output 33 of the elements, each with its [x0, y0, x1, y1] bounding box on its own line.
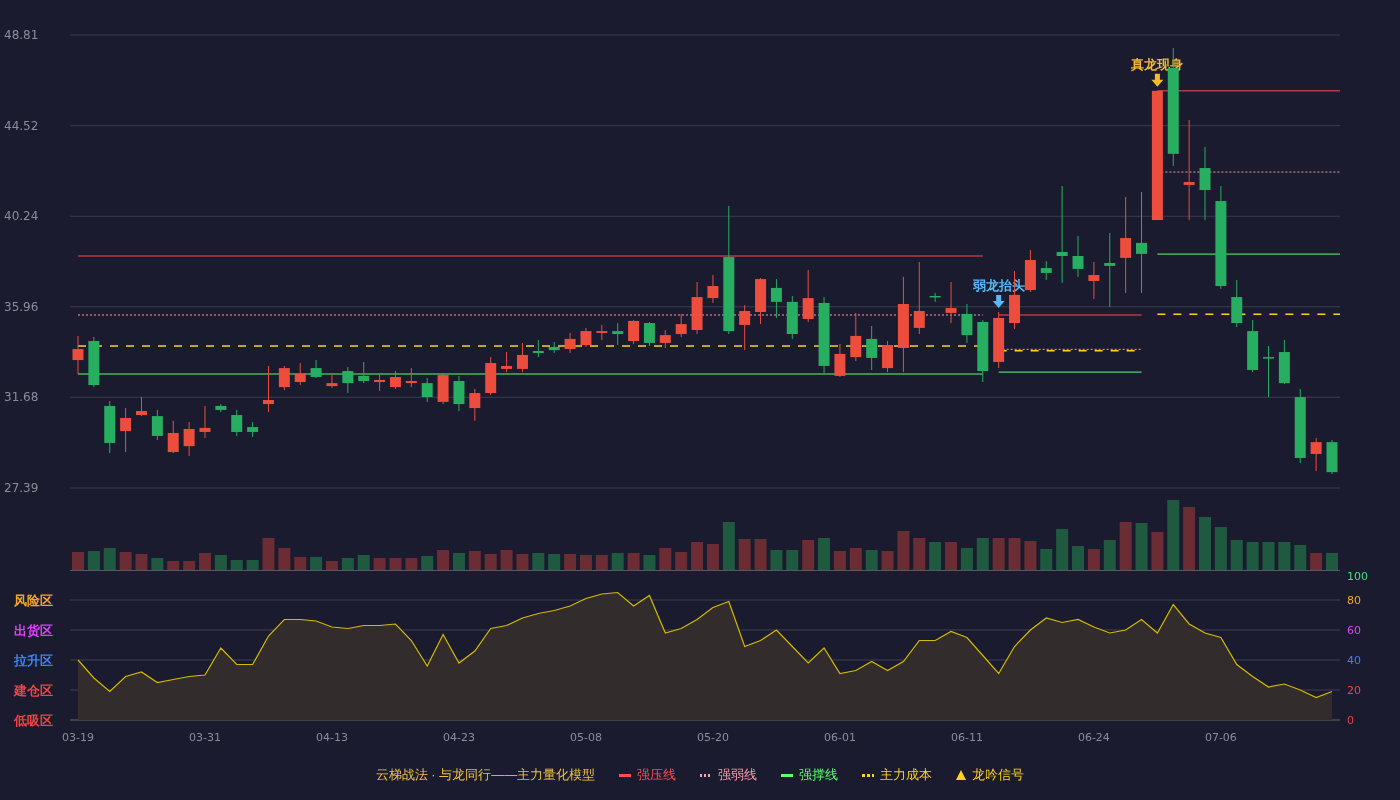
- zone-label: 拉升区: [14, 653, 53, 668]
- axis-label: 20: [1347, 684, 1361, 697]
- axis-label: 80: [1347, 594, 1361, 607]
- axis-label: 60: [1347, 624, 1361, 637]
- axis-label: 06-11: [950, 731, 983, 744]
- axis-label: 31.68: [4, 390, 39, 405]
- axis-label: 40: [1347, 654, 1361, 667]
- legend-label: 强撑线: [799, 766, 839, 785]
- legend-title: 云梯战法 · 与龙同行——主力量化模型: [375, 766, 596, 785]
- axis-label: 06-24: [1077, 731, 1110, 744]
- axis-label: 07-06: [1204, 731, 1237, 744]
- axis-label: 40.24: [4, 209, 39, 224]
- axis-label: 48.81: [4, 28, 39, 42]
- legend-label: 强弱线: [718, 766, 758, 785]
- zone-label: 出货区: [14, 623, 53, 638]
- axis-label: 04-23: [443, 731, 475, 744]
- axis-label: 03-19: [62, 731, 94, 744]
- axis-label: 44.52: [4, 118, 39, 133]
- zone-label: 建仓区: [14, 683, 53, 698]
- legend-label: 强压线: [637, 766, 677, 785]
- axis-label: 35.96: [4, 299, 39, 314]
- axis-label: 100: [1347, 570, 1368, 583]
- axis-label: 27.39: [4, 481, 39, 495]
- legend-label: 龙吟信号: [972, 766, 1025, 785]
- axis-label: 0: [1347, 714, 1354, 727]
- zone-label: 风险区: [14, 593, 53, 608]
- axis-label: 05-20: [696, 731, 729, 744]
- axis-label: 04-13: [316, 731, 348, 744]
- axis-label: 03-31: [189, 731, 221, 744]
- zone-label: 低吸区: [14, 713, 53, 728]
- legend-label: 主力成本: [880, 766, 933, 785]
- axis-label: 06-01: [823, 731, 856, 744]
- axis-label: 05-08: [569, 731, 602, 744]
